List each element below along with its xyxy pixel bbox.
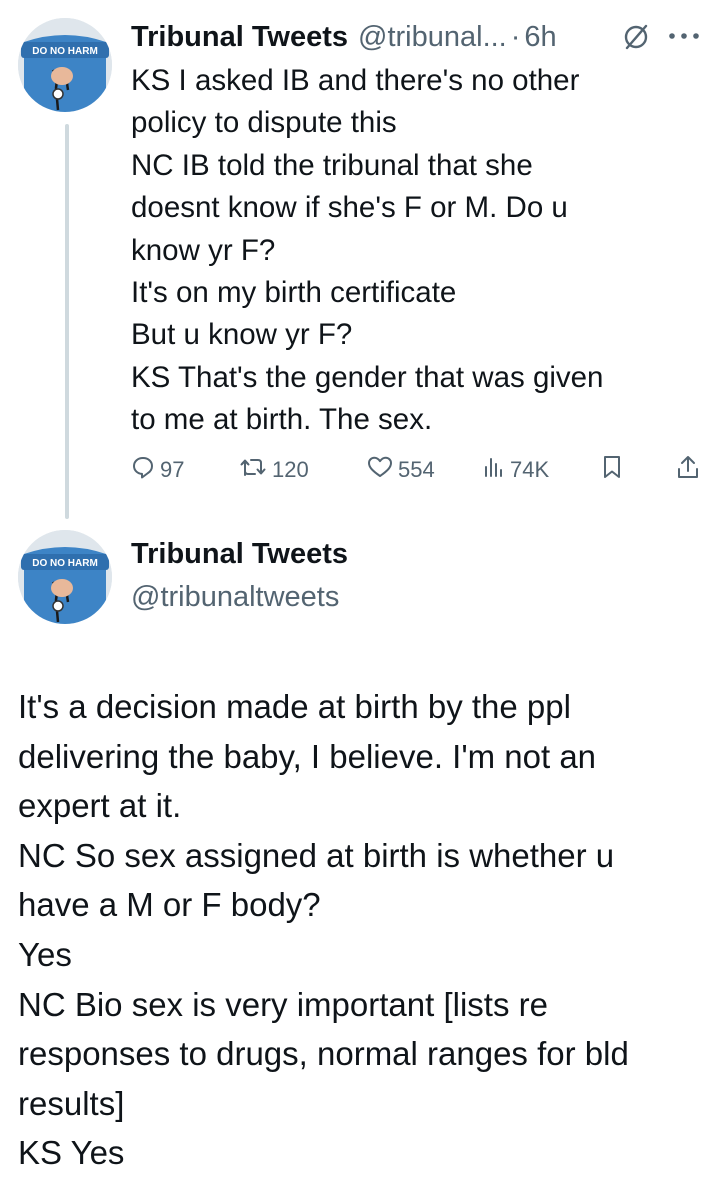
thread-connector-line xyxy=(65,124,69,519)
like-button[interactable]: 554 xyxy=(367,452,435,488)
share-button[interactable] xyxy=(676,452,705,488)
avatar-badge-text: DO NO HARM xyxy=(32,46,98,57)
reply-count: 97 xyxy=(160,457,185,482)
heart-icon xyxy=(367,455,398,485)
timestamp[interactable]: 6h xyxy=(524,21,556,54)
separator-dot: · xyxy=(510,20,521,53)
views-icon xyxy=(483,455,510,485)
tweet-line: NC So sex assigned at birth is whether u xyxy=(18,836,615,874)
tweet-line: expert at it. xyxy=(18,787,182,825)
tweet-line: It's a decision made at birth by the ppl xyxy=(18,688,571,725)
avatar[interactable]: DO NO HARM xyxy=(18,530,112,624)
tweet-line: results] xyxy=(18,1084,125,1122)
tweet-line: Yes xyxy=(18,935,72,973)
repost-button[interactable]: 120 xyxy=(239,452,309,488)
tweet-line: NC IB told the tribunal that she xyxy=(131,148,533,182)
tweet-line: delivering the baby, I believe. I'm not … xyxy=(18,737,597,775)
tweet-header: Tribunal Tweets @tribunal... · 6h xyxy=(131,16,557,58)
share-icon xyxy=(676,454,705,486)
tweet-actions: 97 120 554 74K xyxy=(131,452,706,488)
tweet-line: to me at birth. The sex. xyxy=(131,403,433,437)
author-name[interactable]: Tribunal Tweets xyxy=(131,538,348,571)
avatar[interactable]: DO NO HARM xyxy=(18,18,112,112)
grok-icon[interactable] xyxy=(621,22,651,57)
tweet-text: KS I asked IB and there's no other polic… xyxy=(131,60,701,442)
avatar-badge-text: DO NO HARM xyxy=(32,558,98,569)
tweet-line: But u know yr F? xyxy=(131,318,353,352)
tweet-line: doesnt know if she's F or M. Do u xyxy=(131,191,568,225)
tweet-line: have a M or F body? xyxy=(18,886,321,924)
tweet-line: KS Yes xyxy=(18,1134,125,1172)
tweet-line: KS That's the gender that was given xyxy=(131,360,604,394)
bookmark-button[interactable] xyxy=(601,452,628,488)
views-button[interactable]: 74K xyxy=(483,452,549,488)
repost-count: 120 xyxy=(272,457,309,482)
author-handle[interactable]: @tribunaltweets xyxy=(131,581,339,614)
reply-button[interactable]: 97 xyxy=(131,452,184,488)
tweet-line: responses to drugs, normal ranges for bl… xyxy=(18,1035,629,1073)
tweet-line: KS I asked IB and there's no other xyxy=(131,64,580,97)
author-name[interactable]: Tribunal Tweets xyxy=(131,21,348,54)
repost-icon xyxy=(239,455,272,485)
reply-icon xyxy=(131,455,160,485)
tweet-text: It's a decision made at birth by the ppl… xyxy=(18,682,708,1178)
bookmark-icon xyxy=(601,454,628,486)
tweet-line: It's on my birth certificate xyxy=(131,276,457,310)
author-handle[interactable]: @tribunal... xyxy=(358,21,507,54)
more-icon[interactable] xyxy=(667,28,701,46)
tweet-line: policy to dispute this xyxy=(131,106,397,140)
tweet-line: know yr F? xyxy=(131,233,276,267)
views-count: 74K xyxy=(510,457,550,482)
tweet-line: NC Bio sex is very important [lists re xyxy=(18,985,548,1023)
like-count: 554 xyxy=(398,457,435,482)
